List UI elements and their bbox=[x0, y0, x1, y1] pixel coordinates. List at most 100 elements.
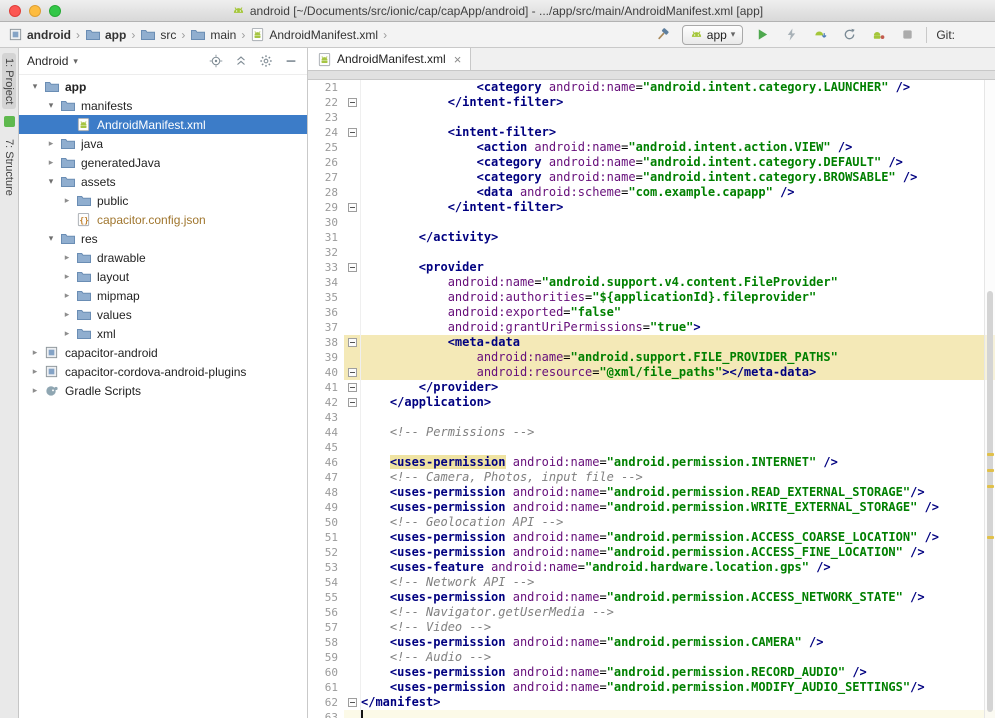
fold-marker-icon[interactable] bbox=[344, 365, 360, 380]
breadcrumb-item-androidmanifest-xml[interactable]: AndroidManifest.xml bbox=[248, 26, 380, 43]
sync-circle-button[interactable] bbox=[839, 25, 859, 45]
tree-collapsed-arrow-icon[interactable]: ▸ bbox=[59, 195, 75, 206]
lightning-button[interactable] bbox=[781, 25, 801, 45]
tree-collapsed-arrow-icon[interactable]: ▸ bbox=[59, 290, 75, 301]
tool-strip-button-1-project[interactable]: 1: Project bbox=[2, 53, 16, 109]
code-line-27[interactable]: 27 <category android:name="android.inten… bbox=[308, 170, 995, 185]
code-line-38[interactable]: 38 <meta-data bbox=[308, 335, 995, 350]
tree-item-values[interactable]: ▸values bbox=[19, 305, 307, 324]
line-number[interactable]: 61 bbox=[308, 680, 344, 695]
tree-item-mipmap[interactable]: ▸mipmap bbox=[19, 286, 307, 305]
code-line-41[interactable]: 41 </provider> bbox=[308, 380, 995, 395]
breadcrumb-item-main[interactable]: main bbox=[188, 26, 238, 44]
code-line-30[interactable]: 30 bbox=[308, 215, 995, 230]
fold-marker-icon[interactable] bbox=[344, 200, 360, 215]
settings-gear-button[interactable] bbox=[258, 53, 274, 69]
line-number[interactable]: 57 bbox=[308, 620, 344, 635]
code-line-31[interactable]: 31 </activity> bbox=[308, 230, 995, 245]
tree-expanded-arrow-icon[interactable]: ▾ bbox=[43, 100, 59, 111]
code-line-24[interactable]: 24 <intent-filter> bbox=[308, 125, 995, 140]
run-configuration-select[interactable]: app ▾ bbox=[682, 25, 744, 45]
code-line-61[interactable]: 61 <uses-permission android:name="androi… bbox=[308, 680, 995, 695]
line-number[interactable]: 28 bbox=[308, 185, 344, 200]
line-number[interactable]: 52 bbox=[308, 545, 344, 560]
android-bug-button[interactable] bbox=[868, 25, 888, 45]
line-number[interactable]: 42 bbox=[308, 395, 344, 410]
code-line-35[interactable]: 35 android:authorities="${applicationId}… bbox=[308, 290, 995, 305]
code-line-49[interactable]: 49 <uses-permission android:name="androi… bbox=[308, 500, 995, 515]
code-line-42[interactable]: 42 </application> bbox=[308, 395, 995, 410]
fold-marker-icon[interactable] bbox=[344, 335, 360, 350]
tree-item-capacitor-cordova-android-plugins[interactable]: ▸capacitor-cordova-android-plugins bbox=[19, 362, 307, 381]
fold-marker-icon[interactable] bbox=[344, 260, 360, 275]
code-line-37[interactable]: 37 android:grantUriPermissions="true"> bbox=[308, 320, 995, 335]
code-line-47[interactable]: 47 <!-- Camera, Photos, input file --> bbox=[308, 470, 995, 485]
code-line-22[interactable]: 22 </intent-filter> bbox=[308, 95, 995, 110]
code-line-21[interactable]: 21 <category android:name="android.inten… bbox=[308, 80, 995, 95]
tree-item-res[interactable]: ▾res bbox=[19, 229, 307, 248]
android-down-button[interactable] bbox=[810, 25, 830, 45]
tree-collapsed-arrow-icon[interactable]: ▸ bbox=[43, 138, 59, 149]
editor-scrollbar[interactable] bbox=[984, 80, 995, 718]
line-number[interactable]: 25 bbox=[308, 140, 344, 155]
line-number[interactable]: 41 bbox=[308, 380, 344, 395]
tree-collapsed-arrow-icon[interactable]: ▸ bbox=[59, 309, 75, 320]
code-line-48[interactable]: 48 <uses-permission android:name="androi… bbox=[308, 485, 995, 500]
line-number[interactable]: 54 bbox=[308, 575, 344, 590]
zoom-window-button[interactable] bbox=[49, 5, 61, 17]
code-line-50[interactable]: 50 <!-- Geolocation API --> bbox=[308, 515, 995, 530]
tree-item-drawable[interactable]: ▸drawable bbox=[19, 248, 307, 267]
line-number[interactable]: 34 bbox=[308, 275, 344, 290]
line-number[interactable]: 58 bbox=[308, 635, 344, 650]
code-line-58[interactable]: 58 <uses-permission android:name="androi… bbox=[308, 635, 995, 650]
code-line-62[interactable]: 62</manifest> bbox=[308, 695, 995, 710]
run-play-button[interactable] bbox=[752, 25, 772, 45]
tree-collapsed-arrow-icon[interactable]: ▸ bbox=[59, 252, 75, 263]
tool-strip-button-7-structure[interactable]: 7: Structure bbox=[2, 134, 16, 201]
tree-expanded-arrow-icon[interactable]: ▾ bbox=[27, 81, 43, 92]
code-line-55[interactable]: 55 <uses-permission android:name="androi… bbox=[308, 590, 995, 605]
line-number[interactable]: 60 bbox=[308, 665, 344, 680]
line-number[interactable]: 32 bbox=[308, 245, 344, 260]
code-line-36[interactable]: 36 android:exported="false" bbox=[308, 305, 995, 320]
line-number[interactable]: 51 bbox=[308, 530, 344, 545]
tree-item-androidmanifest-xml[interactable]: AndroidManifest.xml bbox=[19, 115, 307, 134]
code-line-33[interactable]: 33 <provider bbox=[308, 260, 995, 275]
line-number[interactable]: 47 bbox=[308, 470, 344, 485]
code-line-57[interactable]: 57 <!-- Video --> bbox=[308, 620, 995, 635]
tree-item-public[interactable]: ▸public bbox=[19, 191, 307, 210]
line-number[interactable]: 24 bbox=[308, 125, 344, 140]
close-tab-icon[interactable]: × bbox=[454, 53, 462, 66]
code-line-53[interactable]: 53 <uses-feature android:name="android.h… bbox=[308, 560, 995, 575]
line-number[interactable]: 55 bbox=[308, 590, 344, 605]
tree-collapsed-arrow-icon[interactable]: ▸ bbox=[27, 347, 43, 358]
code-line-45[interactable]: 45 bbox=[308, 440, 995, 455]
stop-button[interactable] bbox=[897, 25, 917, 45]
line-number[interactable]: 21 bbox=[308, 80, 344, 95]
fold-marker-icon[interactable] bbox=[344, 380, 360, 395]
build-hammer-button[interactable] bbox=[653, 25, 673, 45]
code-line-60[interactable]: 60 <uses-permission android:name="androi… bbox=[308, 665, 995, 680]
line-number[interactable]: 45 bbox=[308, 440, 344, 455]
code-line-26[interactable]: 26 <category android:name="android.inten… bbox=[308, 155, 995, 170]
line-number[interactable]: 26 bbox=[308, 155, 344, 170]
tree-item-capacitor-config-json[interactable]: {}capacitor.config.json bbox=[19, 210, 307, 229]
line-number[interactable]: 27 bbox=[308, 170, 344, 185]
tree-collapsed-arrow-icon[interactable]: ▸ bbox=[59, 271, 75, 282]
line-number[interactable]: 53 bbox=[308, 560, 344, 575]
code-line-29[interactable]: 29 </intent-filter> bbox=[308, 200, 995, 215]
tree-item-xml[interactable]: ▸xml bbox=[19, 324, 307, 343]
project-view-selector[interactable]: Android bbox=[27, 54, 68, 68]
close-window-button[interactable] bbox=[9, 5, 21, 17]
minimize-window-button[interactable] bbox=[29, 5, 41, 17]
line-number[interactable]: 37 bbox=[308, 320, 344, 335]
code-line-34[interactable]: 34 android:name="android.support.v4.cont… bbox=[308, 275, 995, 290]
breadcrumb-item-app[interactable]: app bbox=[83, 26, 128, 44]
line-number[interactable]: 59 bbox=[308, 650, 344, 665]
code-line-28[interactable]: 28 <data android:scheme="com.example.cap… bbox=[308, 185, 995, 200]
line-number[interactable]: 22 bbox=[308, 95, 344, 110]
line-number[interactable]: 63 bbox=[308, 710, 344, 718]
tree-item-manifests[interactable]: ▾manifests bbox=[19, 96, 307, 115]
line-number[interactable]: 46 bbox=[308, 455, 344, 470]
code-line-32[interactable]: 32 bbox=[308, 245, 995, 260]
